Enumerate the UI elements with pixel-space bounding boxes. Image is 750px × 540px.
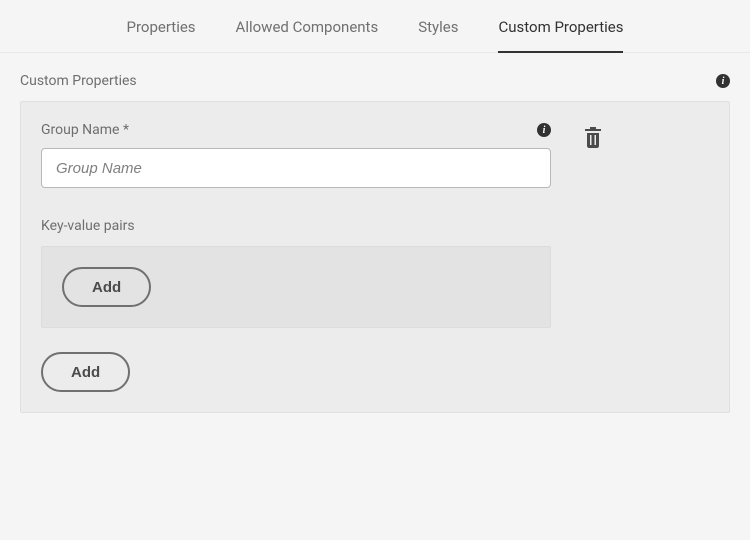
- tabs-bar: Properties Allowed Components Styles Cus…: [0, 0, 750, 53]
- tab-properties[interactable]: Properties: [127, 18, 196, 52]
- group-name-input[interactable]: [41, 148, 551, 188]
- add-group-row: Add: [41, 352, 709, 392]
- content-area: Custom Properties i Group Name * i Key-v…: [0, 53, 750, 433]
- tab-styles[interactable]: Styles: [418, 18, 458, 52]
- trash-icon: [583, 126, 603, 148]
- group-name-col: Group Name * i: [41, 122, 551, 188]
- add-kv-button[interactable]: Add: [62, 267, 151, 307]
- delete-group-button[interactable]: [579, 122, 607, 152]
- group-name-row: Group Name * i: [41, 122, 709, 188]
- add-group-button[interactable]: Add: [41, 352, 130, 392]
- kv-pairs-panel: Add: [41, 246, 551, 328]
- section-header: Custom Properties i: [20, 73, 730, 89]
- kv-pairs-label: Key-value pairs: [41, 218, 709, 234]
- group-panel: Group Name * i Key-value pairs Add Add: [20, 101, 730, 413]
- info-icon[interactable]: i: [716, 74, 730, 88]
- group-name-label-row: Group Name * i: [41, 122, 551, 138]
- tab-allowed-components[interactable]: Allowed Components: [236, 18, 379, 52]
- section-title: Custom Properties: [20, 73, 137, 89]
- info-icon[interactable]: i: [537, 123, 551, 137]
- group-name-label: Group Name *: [41, 122, 129, 138]
- tab-custom-properties[interactable]: Custom Properties: [498, 18, 623, 52]
